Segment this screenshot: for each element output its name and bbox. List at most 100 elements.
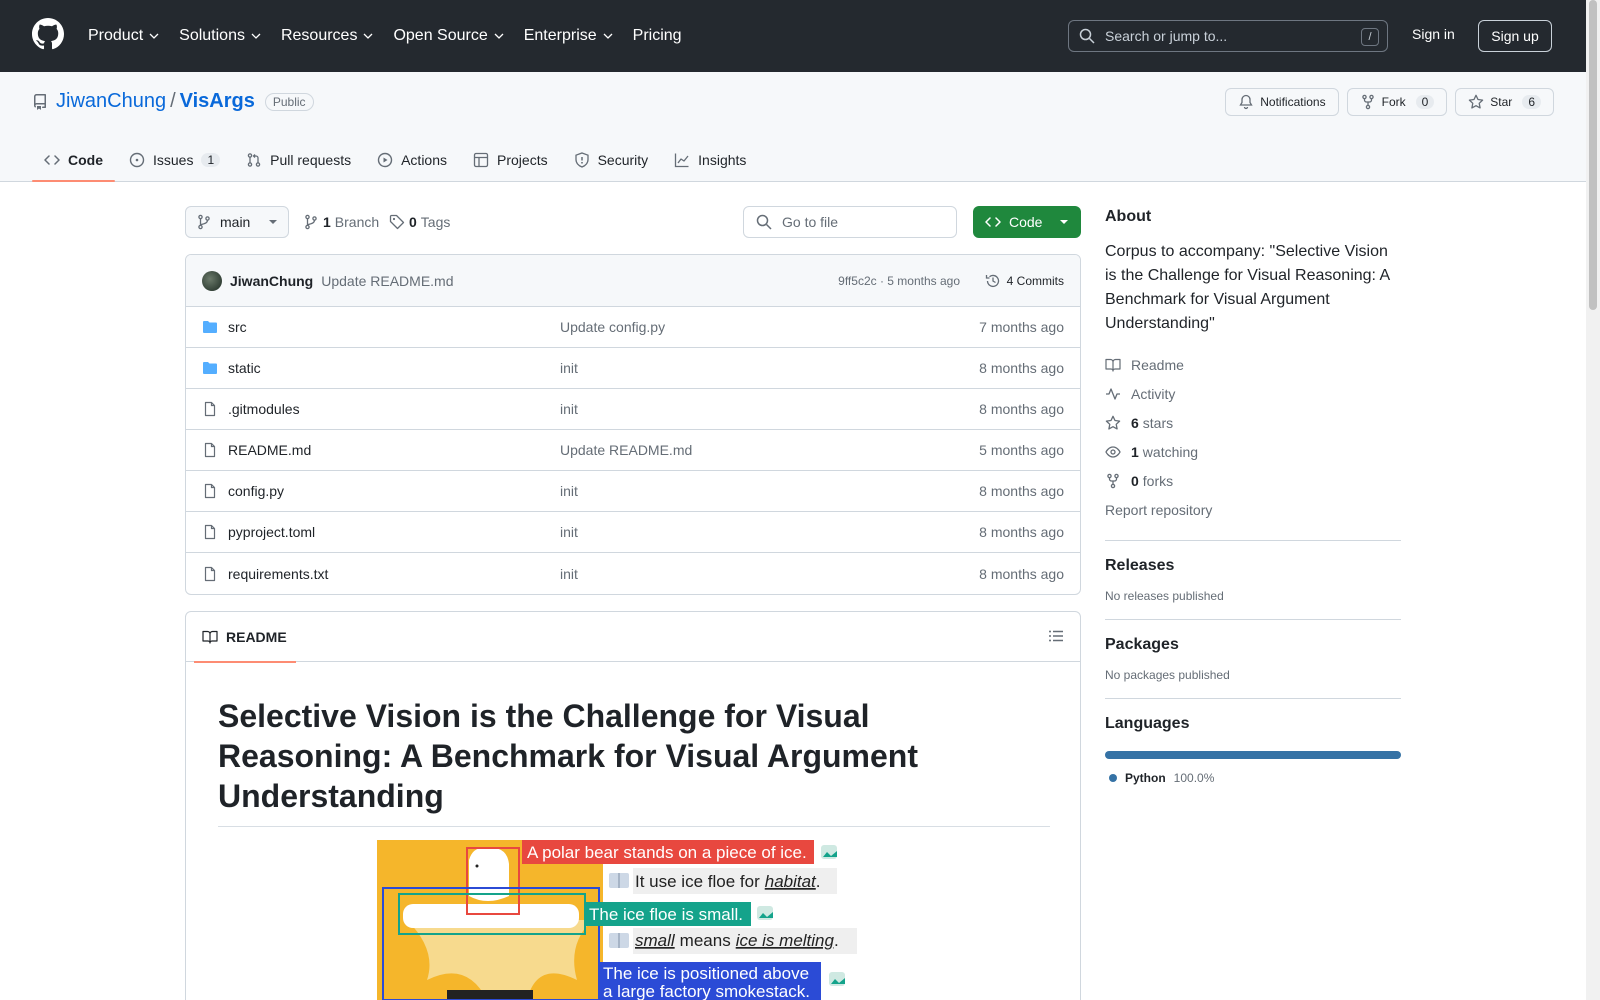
forks-label: forks — [1142, 472, 1174, 489]
caption-2-text: It use ice floe for — [635, 872, 760, 891]
caption-5-line-2: a large factory smokestack. — [603, 982, 810, 1000]
commits-history-link[interactable]: 4 Commits — [985, 273, 1064, 289]
file-date: 8 months ago — [979, 524, 1064, 540]
tab-issues[interactable]: Issues 1 — [117, 138, 232, 182]
tab-insights[interactable]: Insights — [662, 138, 758, 182]
branch-selector[interactable]: main — [185, 206, 289, 238]
file-commit-message[interactable]: init — [560, 483, 578, 499]
notifications-button[interactable]: Notifications — [1225, 88, 1339, 116]
readme-tab[interactable]: README — [194, 612, 296, 663]
file-commit-message[interactable]: init — [560, 524, 578, 540]
releases-heading[interactable]: Releases — [1105, 557, 1401, 575]
scrollbar-thumb[interactable] — [1589, 0, 1597, 310]
commit-meta[interactable]: 9ff5c2c · 5 months ago — [838, 274, 960, 288]
commit-author-link[interactable]: JiwanChung — [230, 273, 313, 289]
report-repository-link[interactable]: Report repository — [1105, 495, 1401, 524]
caption-2: It use ice floe for habitat. — [635, 872, 821, 891]
tab-actions[interactable]: Actions — [365, 138, 459, 182]
tags-link[interactable]: 0 Tags — [389, 206, 450, 238]
chevron-down-icon — [251, 33, 261, 39]
repo-name-link[interactable]: VisArgs — [180, 90, 255, 113]
nav-enterprise[interactable]: Enterprise — [524, 27, 613, 45]
tab-security[interactable]: Security — [562, 138, 661, 182]
nav-product-label: Product — [88, 27, 144, 44]
tab-pull-requests[interactable]: Pull requests — [234, 138, 363, 182]
eye-icon — [1105, 445, 1121, 458]
tag-icon — [389, 214, 405, 230]
folder-icon — [203, 362, 217, 374]
activity-link[interactable]: Activity — [1105, 379, 1401, 408]
issue-icon — [129, 152, 145, 168]
global-nav: Product Solutions Resources Open Source … — [88, 0, 702, 72]
readme-link[interactable]: Readme — [1105, 350, 1401, 379]
book-icon — [202, 630, 218, 644]
commits-count: 4 Commits — [1006, 273, 1064, 288]
nav-resources[interactable]: Resources — [281, 27, 373, 45]
branches-link[interactable]: 1 Branch — [303, 206, 379, 238]
fork-button[interactable]: Fork 0 — [1346, 88, 1448, 116]
table-icon — [473, 152, 489, 168]
nav-pricing[interactable]: Pricing — [633, 27, 682, 45]
forks-link[interactable]: 0 forks — [1105, 466, 1401, 495]
file-name-link[interactable]: config.py — [228, 483, 284, 499]
stars-link[interactable]: 6 stars — [1105, 408, 1401, 437]
language-item[interactable]: Python 100.0% — [1105, 771, 1401, 785]
commit-message-link[interactable]: Update README.md — [321, 273, 453, 289]
nav-open-source-label: Open Source — [393, 27, 488, 44]
tab-projects[interactable]: Projects — [461, 138, 560, 182]
tab-code[interactable]: Code — [32, 138, 115, 182]
code-dropdown-button[interactable]: Code — [973, 206, 1081, 238]
tab-code-label: Code — [68, 152, 103, 168]
repo-owner-link[interactable]: JiwanChung — [56, 90, 166, 113]
file-name-link[interactable]: .gitmodules — [228, 401, 300, 417]
packages-heading[interactable]: Packages — [1105, 636, 1401, 654]
file-name-link[interactable]: static — [228, 360, 261, 376]
bear-eye — [475, 864, 479, 868]
fork-count: 0 — [1415, 95, 1435, 109]
readme-title: Selective Vision is the Challenge for Vi… — [218, 696, 1050, 827]
ice-floe-shape — [403, 904, 579, 928]
caption-2-emphasis: habitat — [765, 872, 817, 891]
file-name-link[interactable]: requirements.txt — [228, 566, 328, 582]
repo-sidebar: About Corpus to accompany: "Selective Vi… — [1105, 208, 1401, 785]
file-date: 7 months ago — [979, 319, 1064, 335]
file-name-link[interactable]: pyproject.toml — [228, 524, 315, 540]
fork-label: Fork — [1381, 95, 1406, 109]
file-commit-message[interactable]: Update README.md — [560, 442, 692, 458]
stars-count: 6 — [1131, 414, 1139, 431]
tab-actions-label: Actions — [401, 152, 448, 168]
readme-figure: A polar bear stands on a piece of ice. I… — [377, 840, 857, 1000]
search-icon — [756, 214, 772, 230]
nav-product[interactable]: Product — [88, 27, 159, 45]
avatar[interactable] — [202, 270, 222, 291]
list-unordered-icon[interactable] — [1048, 628, 1064, 644]
nav-open-source[interactable]: Open Source — [393, 27, 504, 45]
file-name-link[interactable]: src — [228, 319, 247, 335]
file-name-link[interactable]: README.md — [228, 442, 311, 458]
nav-solutions[interactable]: Solutions — [179, 27, 261, 45]
sign-in-link[interactable]: Sign in — [1412, 26, 1455, 42]
pulse-icon — [1106, 387, 1120, 400]
go-to-file-placeholder: Go to file — [782, 214, 839, 230]
watchers-link[interactable]: 1 watching — [1105, 437, 1401, 466]
file-commit-message[interactable]: init — [560, 566, 578, 582]
star-button[interactable]: Star 6 — [1455, 88, 1554, 116]
file-commit-message[interactable]: Update config.py — [560, 319, 665, 335]
github-logo-icon[interactable] — [32, 18, 64, 50]
sign-up-button[interactable]: Sign up — [1478, 20, 1552, 52]
latest-commit-row: JiwanChung Update README.md 9ff5c2c · 5 … — [186, 255, 1080, 307]
fork-icon — [1361, 94, 1374, 110]
table-row: config.py init 8 months ago — [186, 471, 1080, 512]
file-icon — [204, 524, 216, 540]
readme-content: Selective Vision is the Challenge for Vi… — [186, 662, 1080, 861]
code-icon — [44, 155, 60, 165]
file-commit-message[interactable]: init — [560, 360, 578, 376]
global-header: Product Solutions Resources Open Source … — [0, 0, 1600, 72]
go-to-file-input[interactable]: Go to file — [743, 206, 957, 238]
page-scrollbar[interactable] — [1586, 0, 1600, 1000]
chevron-down-icon — [363, 33, 373, 39]
caret-down-icon — [269, 220, 277, 224]
file-commit-message[interactable]: init — [560, 401, 578, 417]
global-search-input[interactable]: Search or jump to... / — [1068, 20, 1388, 52]
code-icon — [985, 217, 1001, 227]
